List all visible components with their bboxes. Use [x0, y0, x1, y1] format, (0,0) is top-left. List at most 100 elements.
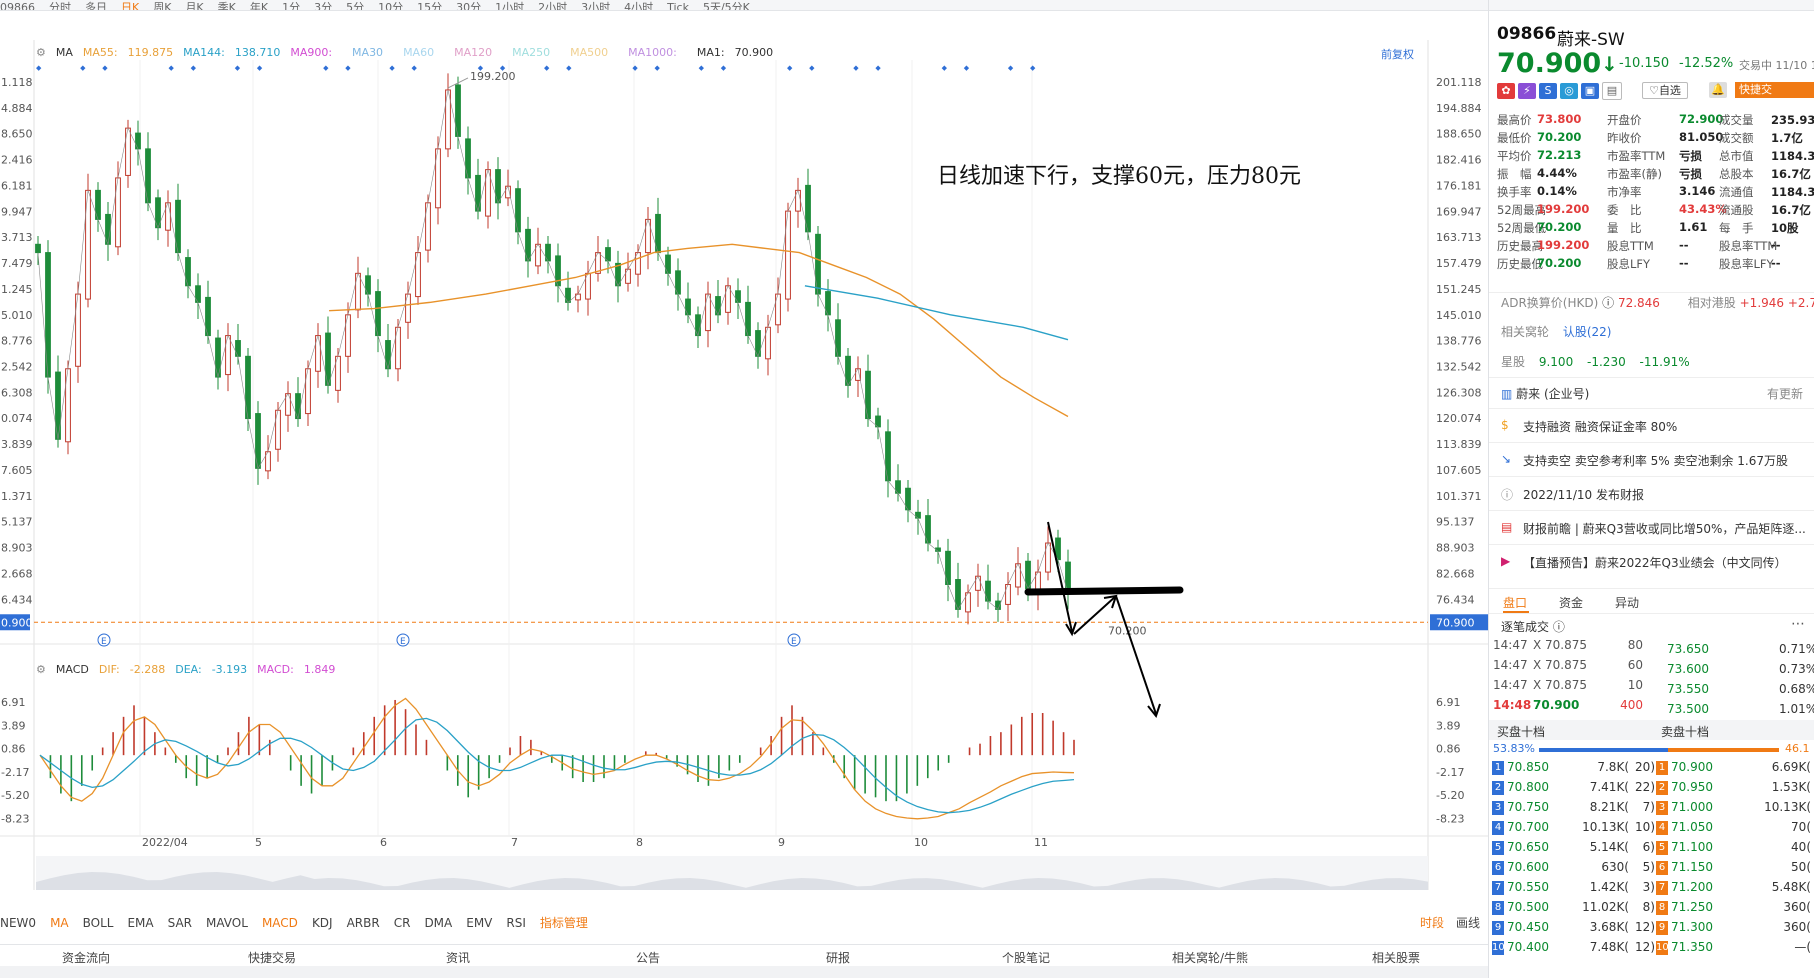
badge-icon-6[interactable]: ▤ [1602, 82, 1622, 100]
x-tick-label: 7 [511, 836, 518, 849]
indicator-tab[interactable]: CR [394, 916, 411, 930]
warrants-line: 相关窝轮 认股(22) [1501, 325, 1612, 339]
news-item[interactable]: ▤ 财报前瞻 | 蔚来Q3营收或同比增50%，产品矩阵逐... [1489, 510, 1814, 545]
bottom-tab[interactable]: 相关股票 [1372, 949, 1420, 966]
ma-legend-item[interactable]: MA900: [290, 46, 342, 59]
badge-icon-2[interactable]: ⚡ [1518, 83, 1536, 99]
orderbook-row[interactable]: 9 70.450 3.68K(12) 9 71.300 360( [1489, 918, 1814, 938]
orderbook-row[interactable]: 7 70.550 1.42K(3) 7 71.200 5.48K( [1489, 878, 1814, 898]
orderbook-row[interactable]: 3 70.750 8.21K(7) 3 71.000 10.13K( [1489, 798, 1814, 818]
news-item[interactable]: ⓘ 2022/11/10 发布财报 [1489, 476, 1814, 511]
news-item[interactable]: ▶ 【直播预告】蔚来2022年Q3业绩会（中文同传） [1489, 544, 1814, 579]
badge-icon-3[interactable]: S [1539, 83, 1557, 99]
bottom-tab[interactable]: 相关窝轮/牛熊 [1172, 949, 1248, 966]
orderbook-row[interactable]: 8 70.500 11.02K(8) 8 71.250 360( [1489, 898, 1814, 918]
panel-tab[interactable]: 异动 [1615, 594, 1639, 611]
company-line[interactable]: ▥ 蔚来 (企业号) [1501, 385, 1589, 402]
panel-tab[interactable]: 盘口 [1503, 594, 1527, 611]
signal-marker-icon: ◆ [699, 64, 705, 72]
indicator-tab[interactable]: MACD [262, 916, 298, 930]
info-icon[interactable]: ⓘ [1602, 296, 1618, 310]
indicator-tab[interactable]: BOLL [83, 916, 114, 930]
info-icon[interactable]: ⓘ [1549, 620, 1565, 634]
price-tick-label: 107.605 [1436, 464, 1482, 477]
warrants-link[interactable]: 认股(22) [1563, 325, 1612, 339]
candle-body [135, 132, 141, 150]
more-icon[interactable]: ⋯ [1791, 616, 1805, 632]
indicator-tab[interactable]: NEW0 [0, 916, 36, 930]
indicator-tab[interactable]: DMA [424, 916, 452, 930]
left-price-tick-label: 1.118 [1, 76, 33, 89]
orderbook-row[interactable]: 6 70.600 630(5) 6 71.150 50( [1489, 858, 1814, 878]
ma-legend-item[interactable]: MA55: 119.875 [83, 46, 173, 59]
macd-left-tick-label: -5.20 [1, 789, 29, 802]
signal-marker-icon: ◆ [80, 64, 86, 72]
news-item[interactable]: $ 支持融资 融资保证金率 80% [1489, 408, 1814, 443]
ma-legend-item[interactable]: MA30 [352, 46, 393, 59]
active-tab-underline [1503, 611, 1529, 613]
ma-legend-item[interactable]: MA250 [512, 46, 560, 59]
macd-tick-label: -8.23 [1436, 812, 1464, 825]
field-label: 换手率 [1497, 185, 1532, 199]
short-sell-icon: ↘ [1501, 452, 1512, 466]
badge-icon-1[interactable]: ✿ [1497, 83, 1515, 99]
orderbook-row[interactable]: 1 70.850 7.8K(20) 1 70.900 6.69K( [1489, 758, 1814, 778]
orderbook-row[interactable]: 2 70.800 7.41K(22) 2 70.950 1.53K( [1489, 778, 1814, 798]
news-item[interactable]: ↘ 支持卖空 卖空参考利率 5% 卖空池剩余 1.67万股 [1489, 442, 1814, 477]
bottom-tab[interactable]: 资金流向 [62, 949, 110, 966]
bottom-tabs: 资金流向 快捷交易 资讯 公告 研报 个股笔记 相关窝轮/牛熊 相关股票 [0, 944, 1488, 967]
indicator-right-tab[interactable]: 时段 [1420, 916, 1444, 930]
macd-legend-row: ⚙ MACD DIF: -2.288 DEA: -3.193 MACD: 1.849 [36, 663, 345, 676]
indicator-tab[interactable]: KDJ [312, 916, 333, 930]
ma-legend-item[interactable]: MA60 [403, 46, 444, 59]
badge-icon-4[interactable]: ◎ [1560, 83, 1578, 99]
candle-body [355, 272, 361, 311]
indicator-tab[interactable]: EMV [466, 916, 492, 930]
ma-indicator-name[interactable]: MA [56, 46, 73, 59]
indicator-right-tab[interactable]: 画线 [1456, 916, 1480, 930]
ma-legend-item[interactable]: MA500 [570, 46, 618, 59]
macd-legend-item[interactable]: DIF: -2.288 [99, 663, 165, 676]
macd-left-tick-label: -2.17 [1, 766, 29, 779]
indicator-tab[interactable]: EMA [127, 916, 153, 930]
orderbook-row[interactable]: 5 70.650 5.14K(6) 5 71.100 40( [1489, 838, 1814, 858]
signal-marker-icon: ◆ [412, 64, 418, 72]
badge-icon-5[interactable]: ▣ [1581, 83, 1599, 99]
alert-bell-icon[interactable]: 🔔 [1709, 82, 1727, 98]
adjust-mode-label[interactable]: 前复权 [1381, 46, 1414, 62]
kline-chart[interactable]: 201.118 1.118 194.884 4.884 188.650 8.650 182.… [0, 10, 1488, 890]
ma-legend-item[interactable]: MA120 [454, 46, 502, 59]
panel-tab[interactable]: 资金 [1559, 594, 1583, 611]
calendar-icon: ⓘ [1501, 488, 1514, 502]
macd-legend-item[interactable]: MACD: 1.849 [257, 663, 335, 676]
bottom-tab[interactable]: 研报 [826, 949, 850, 966]
indicator-tab[interactable]: RSI [506, 916, 526, 930]
bid-ask-ratio-bar [1539, 748, 1779, 752]
orderbook-row[interactable]: 10 70.400 7.48K(12) 10 71.350 —( [1489, 938, 1814, 958]
macd-indicator-name[interactable]: MACD [56, 663, 89, 676]
ma-legend-item[interactable]: MA1000: [628, 46, 687, 59]
bottom-tab[interactable]: 个股笔记 [1002, 949, 1050, 966]
macd-tick-label: 6.91 [1436, 696, 1461, 709]
macd-legend-item[interactable]: DEA: -3.193 [175, 663, 247, 676]
candle-body [565, 287, 571, 303]
quick-trade-button[interactable]: 快捷交 [1735, 82, 1814, 98]
indicator-tab[interactable]: ARBR [347, 916, 380, 930]
settings-icon[interactable]: ⚙ [36, 663, 46, 676]
status-strip [0, 966, 1488, 978]
bottom-tab[interactable]: 快捷交易 [248, 949, 296, 966]
bottom-tab[interactable]: 资讯 [446, 949, 470, 966]
bottom-tab[interactable]: 公告 [636, 949, 660, 966]
field-value: 亏损 [1679, 149, 1702, 163]
indicator-tab[interactable]: 指标管理 [540, 914, 588, 931]
indicator-tab[interactable]: MA [50, 916, 69, 930]
ma-legend-item[interactable]: MA1: 70.900 [697, 46, 773, 59]
orderbook-row[interactable]: 4 70.700 10.13K(10) 4 71.050 70( [1489, 818, 1814, 838]
macd-left-tick-label: 6.91 [1, 696, 26, 709]
ma-legend-item[interactable]: MA144: 138.710 [183, 46, 280, 59]
indicator-tab[interactable]: SAR [168, 916, 192, 930]
indicator-tab[interactable]: MAVOL [206, 916, 248, 930]
settings-icon[interactable]: ⚙ [36, 46, 46, 59]
add-watchlist-button[interactable]: ♡自选 [1642, 82, 1688, 99]
left-price-tick-label: 6.308 [1, 386, 33, 399]
